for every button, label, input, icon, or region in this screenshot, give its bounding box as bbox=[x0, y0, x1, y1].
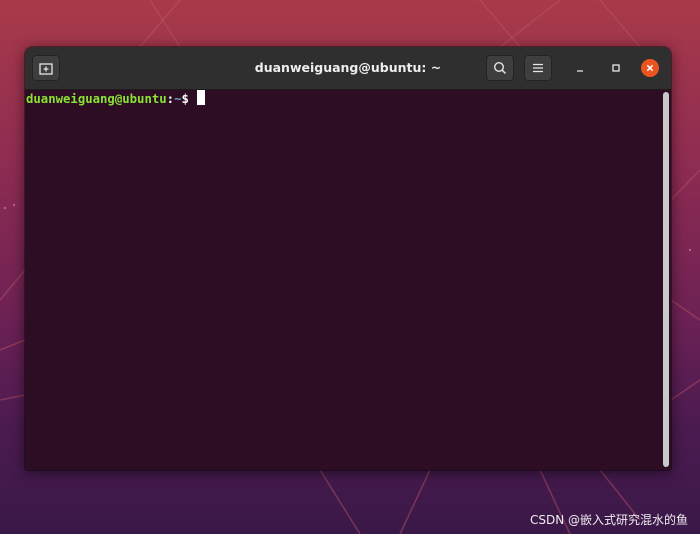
close-button[interactable] bbox=[641, 59, 659, 77]
scrollbar-thumb[interactable] bbox=[663, 92, 669, 467]
text-cursor bbox=[197, 90, 206, 105]
terminal-output[interactable]: duanweiguang@ubuntu:~$ bbox=[25, 90, 661, 470]
maximize-icon bbox=[612, 64, 620, 72]
search-button[interactable] bbox=[486, 55, 514, 81]
prompt-separator: : bbox=[166, 92, 175, 106]
menu-button[interactable] bbox=[524, 55, 552, 81]
new-tab-icon bbox=[39, 62, 53, 75]
window-title: duanweiguang@ubuntu: ~ bbox=[254, 60, 442, 75]
minimize-icon bbox=[577, 70, 583, 72]
close-icon bbox=[646, 64, 654, 72]
watermark: CSDN @嵌入式研究混水的鱼 bbox=[529, 513, 688, 527]
prompt-user-host: duanweiguang@ubuntu bbox=[26, 92, 167, 106]
new-tab-button[interactable] bbox=[32, 55, 60, 81]
maximize-button[interactable] bbox=[607, 59, 625, 77]
prompt-symbol: $ bbox=[181, 92, 197, 106]
hamburger-menu-icon bbox=[533, 63, 543, 73]
scrollbar[interactable] bbox=[663, 92, 669, 467]
minimize-button[interactable] bbox=[571, 59, 589, 77]
prompt-line: duanweiguang@ubuntu:~$ bbox=[26, 90, 206, 108]
search-icon bbox=[493, 61, 507, 75]
titlebar[interactable]: duanweiguang@ubuntu: ~ bbox=[25, 47, 671, 90]
terminal-window: duanweiguang@ubuntu: ~ duanweiguang@ubun… bbox=[25, 47, 671, 470]
